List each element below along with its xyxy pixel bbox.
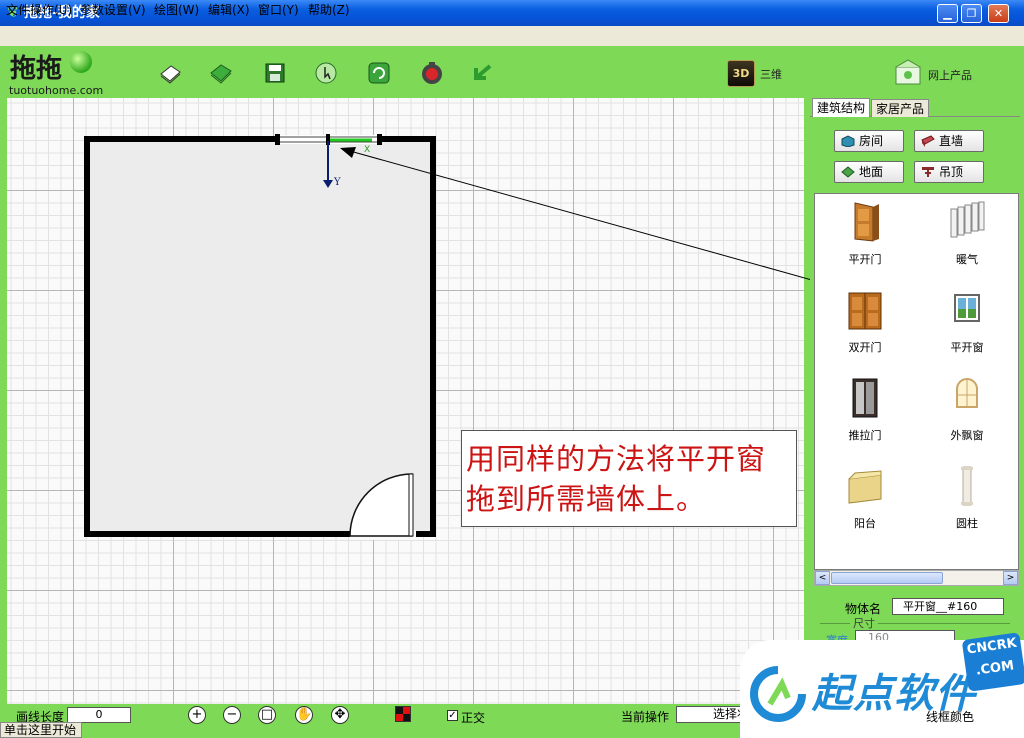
close-button[interactable]: ✕ xyxy=(988,4,1009,23)
menu-draw[interactable]: 绘图(W) xyxy=(154,2,199,18)
minimize-button[interactable]: ▁ xyxy=(937,4,958,23)
object-label: 暖气 xyxy=(956,253,978,266)
3d-view-label[interactable]: 三维 xyxy=(760,66,782,82)
note-line-1: 用同样的方法将平开窗 xyxy=(466,442,767,476)
size-label: 尺寸 xyxy=(850,615,878,631)
save-icon[interactable] xyxy=(262,60,288,86)
border-color-label: 线框颜色 xyxy=(926,710,975,724)
web-products-label[interactable]: 网上产品 xyxy=(928,67,972,83)
object-name-field[interactable]: 平开窗__#160 xyxy=(892,598,1004,615)
pan-hand-button[interactable]: ✋ xyxy=(295,706,313,724)
object-label: 推拉门 xyxy=(848,429,882,442)
column-icon xyxy=(961,466,973,506)
room-button[interactable]: 房间 xyxy=(834,130,904,152)
web-products-icon[interactable] xyxy=(893,58,923,86)
room-button-label: 房间 xyxy=(859,134,884,148)
wall-button[interactable]: 直墙 xyxy=(914,130,984,152)
logo-url: tuotuohome.com xyxy=(9,84,104,97)
maximize-button[interactable]: ❐ xyxy=(961,4,982,23)
current-operation-label: 当前操作 xyxy=(621,710,670,724)
frame-right xyxy=(1020,98,1024,706)
size-divider xyxy=(820,623,1010,624)
logo-ball-icon xyxy=(70,51,92,73)
zoom-in-button[interactable]: + xyxy=(188,706,206,724)
toolbar xyxy=(0,46,1024,98)
floor-button-label: 地面 xyxy=(859,165,884,179)
floor-icon xyxy=(841,164,855,178)
color-picker-icon[interactable] xyxy=(395,706,411,722)
object-item-sliding-door[interactable]: 推拉门 xyxy=(825,372,905,452)
menu-window[interactable]: 窗口(Y) xyxy=(258,2,299,18)
menu-file[interactable]: 文件操作(U) xyxy=(6,2,72,18)
line-length-field[interactable]: 0 xyxy=(67,707,131,723)
balcony-icon xyxy=(848,470,882,504)
move-button[interactable]: ✥ xyxy=(331,706,349,724)
menu-edit[interactable]: 编辑(X) xyxy=(208,2,250,18)
ceiling-lamp-icon xyxy=(921,164,935,177)
object-item-bay-window[interactable]: 外飘窗 xyxy=(927,372,1007,452)
double-door-icon xyxy=(848,292,882,330)
object-item-double-door[interactable]: 双开门 xyxy=(825,284,905,364)
menu-bar xyxy=(0,26,1024,46)
menu-help[interactable]: 帮助(Z) xyxy=(308,2,350,18)
wall-button-label: 直墙 xyxy=(939,134,964,148)
object-item-balcony[interactable]: 阳台 xyxy=(825,460,905,540)
object-label: 平开窗 xyxy=(950,341,984,354)
radiator-icon xyxy=(950,201,985,238)
object-item-casement-window[interactable]: 平开窗 xyxy=(927,284,1007,364)
object-item-door[interactable]: 平开门 xyxy=(825,196,905,276)
ortho-label: 正交 xyxy=(461,711,486,725)
3d-view-button[interactable]: 3D xyxy=(727,60,755,87)
scroll-left-button[interactable]: < xyxy=(815,571,830,585)
brick-wall-icon xyxy=(921,133,935,147)
ceiling-button-label: 吊顶 xyxy=(939,165,964,179)
tab-home-products[interactable]: 家居产品 xyxy=(871,99,929,117)
object-item-column[interactable]: 圆柱 xyxy=(927,460,1007,540)
object-label: 双开门 xyxy=(848,341,882,354)
scroll-right-button[interactable]: > xyxy=(1003,571,1018,585)
undo-icon[interactable] xyxy=(470,60,496,86)
frame-left xyxy=(0,98,7,706)
room-icon xyxy=(841,133,855,148)
bay-window-icon xyxy=(956,378,978,408)
new-icon[interactable] xyxy=(157,60,183,86)
object-label: 平开门 xyxy=(848,253,882,266)
ceiling-button[interactable]: 吊顶 xyxy=(914,161,984,183)
zoom-out-button[interactable]: − xyxy=(223,706,241,724)
watermark-logo-icon xyxy=(750,666,806,722)
object-label: 圆柱 xyxy=(956,517,978,530)
instruction-note: 用同样的方法将平开窗 拖到所需墙体上。 xyxy=(461,430,797,527)
object-item-radiator[interactable]: 暖气 xyxy=(927,196,1007,276)
drawing-canvas[interactable] xyxy=(7,98,804,704)
open-icon[interactable] xyxy=(208,60,234,86)
casement-window-icon xyxy=(954,294,980,322)
object-label: 外飘窗 xyxy=(950,429,984,442)
object-list[interactable]: 平开门 暖气 双开门 平开窗 推拉门 外飘窗 阳台 圆柱 xyxy=(814,193,1019,570)
floor-button[interactable]: 地面 xyxy=(834,161,904,183)
object-label: 阳台 xyxy=(854,517,876,530)
scroll-thumb[interactable] xyxy=(831,572,943,584)
refresh-icon[interactable] xyxy=(366,60,392,86)
select-icon[interactable] xyxy=(313,60,339,86)
logo: 拖拖 xyxy=(10,54,63,84)
menu-params[interactable]: 参数设置(V) xyxy=(80,2,146,18)
sliding-door-icon xyxy=(852,378,878,418)
watermark-badge: CNCRK .COM xyxy=(961,632,1024,692)
record-icon[interactable] xyxy=(419,60,445,86)
ortho-checkbox[interactable]: ✓ xyxy=(447,710,458,721)
tab-building-structure[interactable]: 建筑结构 xyxy=(812,98,870,117)
note-line-2: 拖到所需墙体上。 xyxy=(466,482,707,516)
door-icon xyxy=(854,202,879,242)
status-bar[interactable]: 单击这里开始 xyxy=(0,722,82,738)
fit-view-button[interactable]: □ xyxy=(258,706,276,724)
